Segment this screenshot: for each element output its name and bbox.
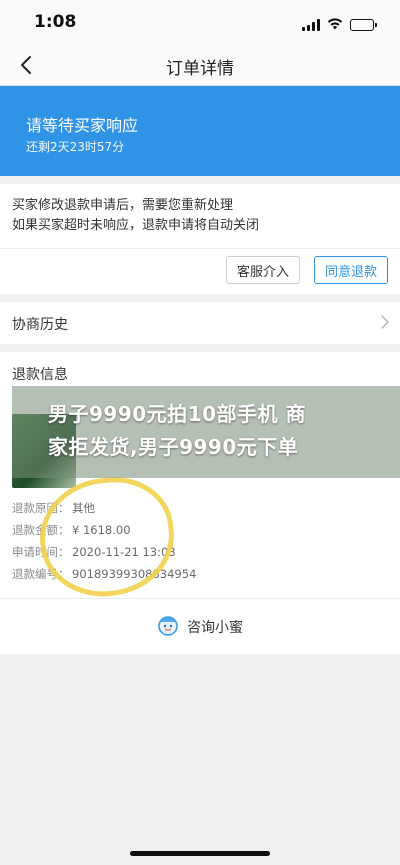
consult-assistant-button[interactable]: 咨询小蜜 (0, 598, 400, 654)
battery-icon (350, 18, 377, 31)
caption-line-2: 家拒发货,男子9990元下单 (48, 435, 299, 459)
chevron-right-icon (380, 314, 390, 334)
status-time: 1:08 (34, 12, 77, 32)
assistant-mascot-icon (157, 614, 179, 640)
status-banner: 请等待买家响应 还剩2天23时57分 (0, 86, 400, 176)
history-label: 协商历史 (12, 317, 68, 333)
banner-title: 请等待买家响应 (26, 116, 139, 135)
page-title: 订单详情 (166, 59, 234, 79)
notice-line-2: 如果买家超时未响应，退款申请将自动关闭 (12, 218, 260, 233)
news-caption-overlay: 男子9990元拍10部手机 商 家拒发货,男子9990元下单 (12, 386, 400, 478)
nav-bar: 订单详情 (0, 44, 400, 86)
wifi-icon (327, 15, 343, 34)
notice-card: 买家修改退款申请后，需要您重新处理 如果买家超时未响应，退款申请将自动关闭 客服… (0, 184, 400, 294)
notice-line-1: 买家修改退款申请后，需要您重新处理 (12, 198, 234, 213)
divider (0, 248, 400, 249)
agree-refund-button[interactable]: 同意退款 (314, 256, 388, 284)
banner-countdown: 还剩2天23时57分 (26, 140, 125, 154)
refund-info-header: 退款信息 (12, 367, 68, 383)
status-icons (302, 15, 377, 34)
signal-icon (302, 18, 320, 31)
caption-line-1: 男子9990元拍10部手机 商 (48, 402, 306, 426)
handdrawn-highlight-circle (34, 471, 180, 603)
status-bar: 1:08 (0, 0, 400, 44)
consult-label: 咨询小蜜 (187, 619, 243, 636)
negotiation-history-row[interactable]: 协商历史 (0, 302, 400, 344)
home-indicator[interactable] (130, 851, 270, 856)
customer-service-button[interactable]: 客服介入 (226, 256, 300, 284)
